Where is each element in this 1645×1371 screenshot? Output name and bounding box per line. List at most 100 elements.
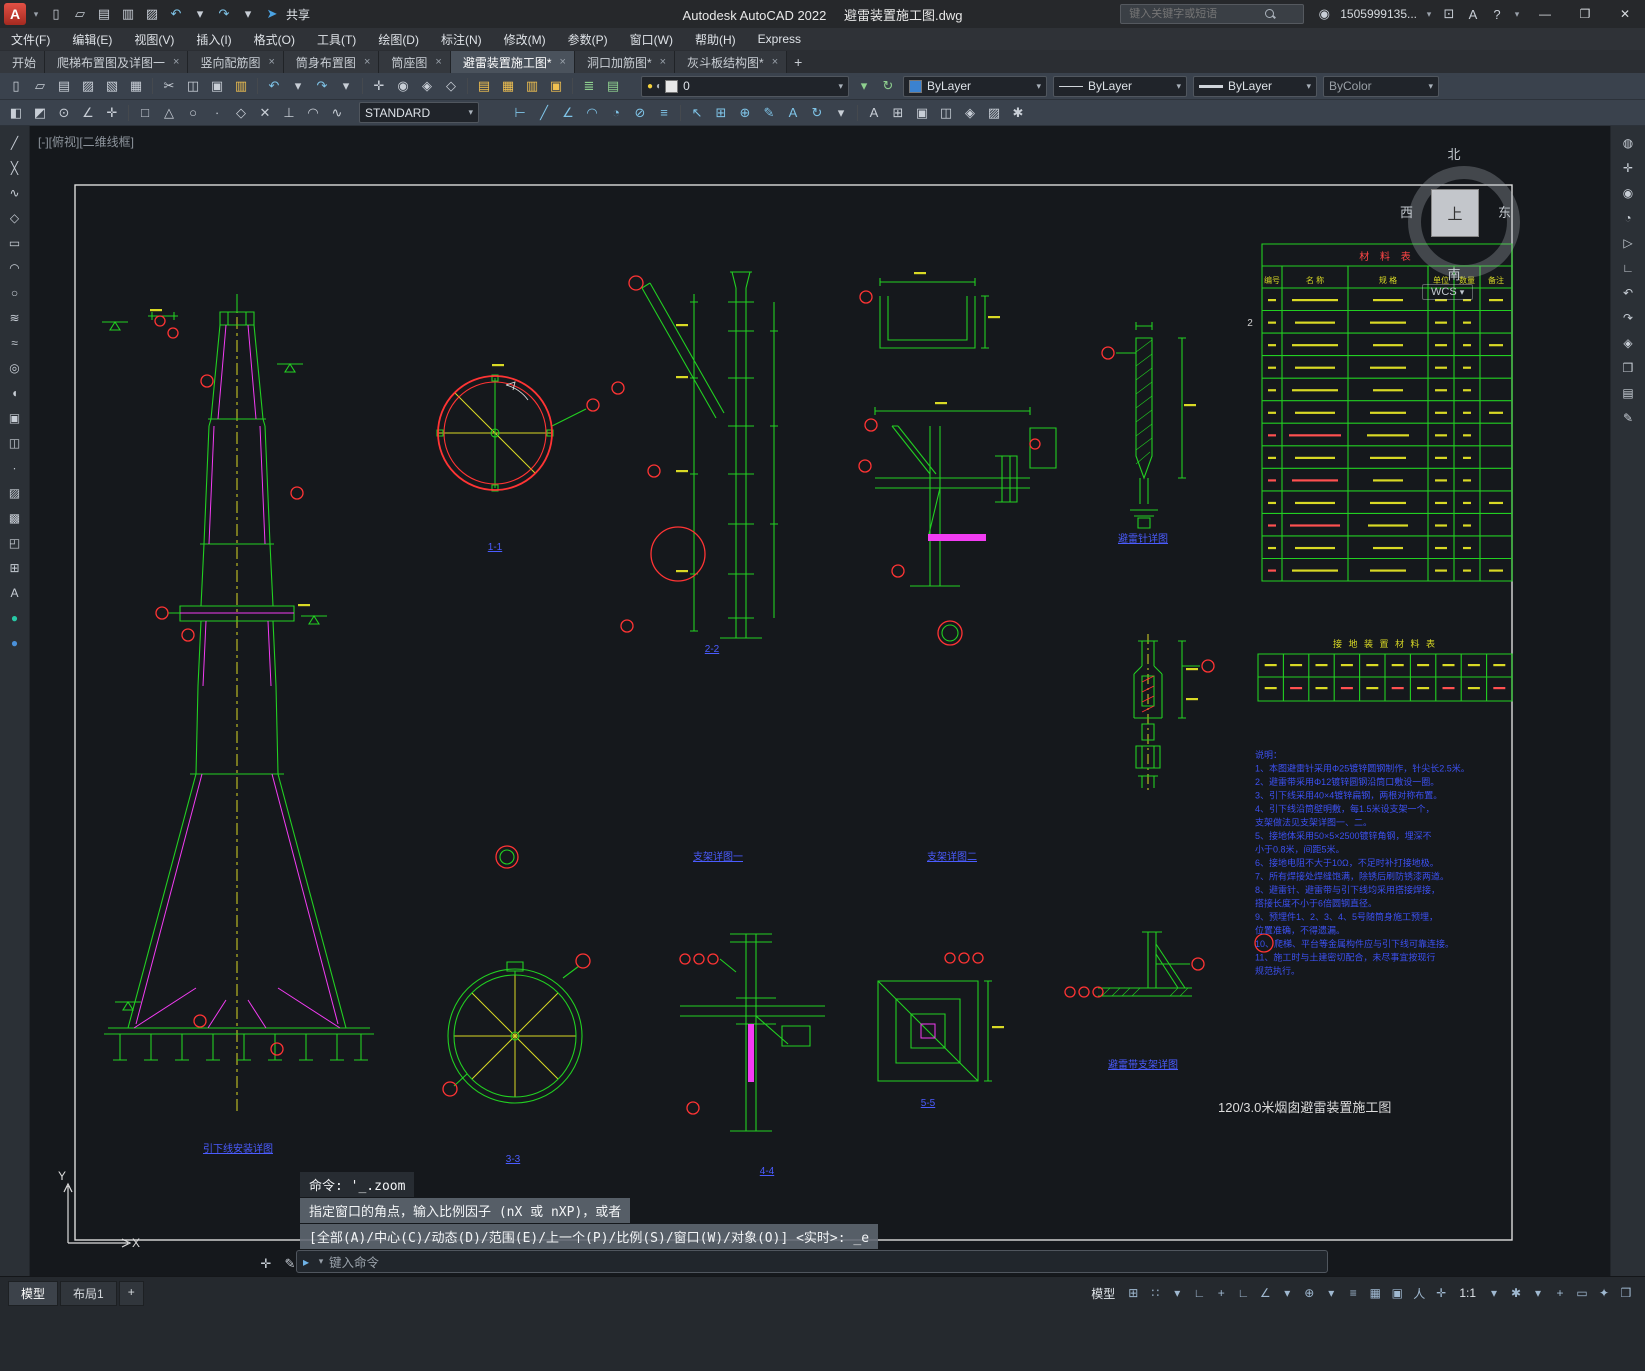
- full-screen-nav-icon[interactable]: ❒: [1619, 359, 1637, 377]
- close-tab-icon[interactable]: ×: [660, 56, 666, 68]
- redo-caret-icon[interactable]: ▾: [237, 3, 259, 25]
- style-dot-blue-icon[interactable]: ●: [6, 634, 24, 652]
- isolate-objects-icon[interactable]: ▭: [1572, 1282, 1592, 1304]
- cad-drawing[interactable]: 1-1 2-2 3-3 4-4 5-5 支架详图一 支架详图二 避雷针详图避雷带支架详图引下线…: [30, 126, 1610, 1276]
- publish-icon[interactable]: ▦: [125, 75, 147, 97]
- file-tab[interactable]: 筒身布置图 ×: [283, 51, 380, 73]
- transparency-toggle-icon[interactable]: ▦: [1365, 1282, 1385, 1304]
- line-tool-icon[interactable]: ╱: [6, 134, 24, 152]
- file-tab[interactable]: 洞口加筋图* ×: [574, 51, 676, 73]
- undo-tool-icon[interactable]: ↶: [263, 75, 285, 97]
- maximize-button[interactable]: ❐: [1565, 1, 1605, 28]
- plot-preview-icon[interactable]: ▧: [101, 75, 123, 97]
- cut-clip-icon[interactable]: ✂: [158, 75, 180, 97]
- customize-command-icon[interactable]: ✛: [255, 1253, 277, 1275]
- showmotion-icon[interactable]: ▷: [1619, 234, 1637, 252]
- qnew-icon[interactable]: ▯: [5, 75, 27, 97]
- object-snap-tracking-icon[interactable]: ✛: [101, 102, 123, 124]
- open-icon[interactable]: ▱: [69, 3, 91, 25]
- layer-combo-caret-icon[interactable]: ▾: [831, 81, 843, 92]
- save-as-icon[interactable]: ▥: [117, 3, 139, 25]
- share-button[interactable]: 共享: [286, 6, 310, 23]
- explode-tool-icon[interactable]: ✱: [1007, 102, 1029, 124]
- copy-clip-icon[interactable]: ◫: [182, 75, 204, 97]
- user-caret-icon[interactable]: ▾: [1422, 3, 1436, 25]
- close-tab-icon[interactable]: ×: [435, 56, 441, 68]
- arc-tool-icon[interactable]: ◠: [6, 259, 24, 277]
- text-style-icon[interactable]: A: [863, 102, 885, 124]
- ucs-icon-toggle-icon[interactable]: ∟: [1619, 259, 1637, 277]
- file-tab[interactable]: 爬梯布置图及详图一 ×: [45, 51, 189, 73]
- new-drawing-tab-button[interactable]: +: [787, 51, 809, 73]
- user-id[interactable]: 1505999135...: [1340, 7, 1417, 21]
- close-button[interactable]: ✕: [1605, 1, 1645, 28]
- redo-tool-icon[interactable]: ↷: [311, 75, 333, 97]
- region-tool-icon[interactable]: ◰: [6, 534, 24, 552]
- ortho-mode-icon[interactable]: ∟: [1233, 1282, 1253, 1304]
- polar-tracking-tool-icon[interactable]: ∠: [77, 102, 99, 124]
- redo-list-caret-icon[interactable]: ▾: [335, 75, 357, 97]
- table-insert-icon[interactable]: ⊞: [6, 559, 24, 577]
- center-mark-icon[interactable]: ⊕: [734, 102, 756, 124]
- user-icon[interactable]: ◉: [1313, 3, 1335, 25]
- snap-center-icon[interactable]: ○: [182, 102, 204, 124]
- gradient-icon[interactable]: ▩: [6, 509, 24, 527]
- plot-style-caret-icon[interactable]: ▾: [1421, 81, 1433, 92]
- block-editor-icon[interactable]: ▣: [911, 102, 933, 124]
- command-caret-icon[interactable]: ▾: [314, 1251, 328, 1273]
- object-snap-icon[interactable]: ⊕: [1299, 1282, 1319, 1304]
- snap-perpendicular-icon[interactable]: ⊥: [278, 102, 300, 124]
- close-tab-icon[interactable]: ×: [268, 56, 274, 68]
- lineweight-combo[interactable]: ByLayer ▾: [1193, 75, 1317, 97]
- undo-icon[interactable]: ↶: [165, 3, 187, 25]
- view-cube-north[interactable]: 北: [1447, 144, 1460, 163]
- quick-leader-icon[interactable]: ↖: [686, 102, 708, 124]
- multiline-text-icon[interactable]: A: [6, 584, 24, 602]
- snap-quadrant-icon[interactable]: ◇: [230, 102, 252, 124]
- style-dot-green-icon[interactable]: ●: [6, 609, 24, 627]
- linetype-combo[interactable]: ByLayer ▾: [1053, 75, 1187, 97]
- osnap-settings-icon[interactable]: ⊙: [53, 102, 75, 124]
- osnap-caret-icon[interactable]: ▾: [1321, 1282, 1341, 1304]
- dim-radius-icon[interactable]: ◔: [605, 102, 627, 124]
- paste-clip-icon[interactable]: ▣: [206, 75, 228, 97]
- model-space-toggle[interactable]: 模型: [1084, 1285, 1122, 1302]
- app-logo-icon[interactable]: A: [4, 3, 26, 25]
- plot-style-combo[interactable]: ByColor ▾: [1323, 75, 1439, 97]
- zoom-window-icon[interactable]: ◈: [416, 75, 438, 97]
- hatch-icon[interactable]: ▨: [6, 484, 24, 502]
- pan-realtime-icon[interactable]: ✛: [368, 75, 390, 97]
- viewport-controls[interactable]: [-][俯视][二维线框]: [38, 133, 134, 150]
- new-icon[interactable]: ▯: [45, 3, 67, 25]
- menu-item-7[interactable]: 绘图(D): [367, 29, 430, 50]
- file-tab[interactable]: 开始: [0, 51, 46, 73]
- draw-order-icon[interactable]: ◧: [5, 102, 27, 124]
- graphics-performance-icon[interactable]: ✦: [1594, 1282, 1614, 1304]
- command-input-bar[interactable]: ▸ ▾ 键入命令: [296, 1250, 1328, 1273]
- view-cube[interactable]: 上 北 南 西 东 WCS ▾: [1398, 142, 1520, 302]
- ellipse-tool-icon[interactable]: ◎: [6, 359, 24, 377]
- menu-item-10[interactable]: 参数(P): [557, 29, 619, 50]
- layers-walk-icon[interactable]: ▤: [1619, 384, 1637, 402]
- hatch-tool-icon[interactable]: ▨: [983, 102, 1005, 124]
- close-tab-icon[interactable]: ×: [173, 56, 179, 68]
- file-tab[interactable]: 避雷装置施工图* ×: [450, 51, 575, 73]
- workspace-switching-icon[interactable]: ✱: [1506, 1282, 1526, 1304]
- polygon-tool-icon[interactable]: ◇: [6, 209, 24, 227]
- construction-line-icon[interactable]: ╳: [6, 159, 24, 177]
- menu-item-4[interactable]: 插入(I): [185, 29, 242, 50]
- view-cube-west[interactable]: 西: [1400, 202, 1413, 221]
- close-tab-icon[interactable]: ×: [772, 56, 778, 68]
- menu-item-13[interactable]: Express: [747, 30, 812, 48]
- create-block-icon[interactable]: ◫: [6, 434, 24, 452]
- infer-constraints-icon[interactable]: ∟: [1189, 1282, 1209, 1304]
- file-tab[interactable]: 筒座图 ×: [379, 51, 451, 73]
- zoom-realtime-icon[interactable]: ◉: [392, 75, 414, 97]
- designcenter-icon[interactable]: ▦: [497, 75, 519, 97]
- menu-item-5[interactable]: 格式(O): [243, 29, 306, 50]
- bring-to-front-icon[interactable]: ◩: [29, 102, 51, 124]
- undo-list-caret-icon[interactable]: ▾: [287, 75, 309, 97]
- file-tab[interactable]: 灰斗板结构图* ×: [675, 51, 788, 73]
- pan-nav-icon[interactable]: ✛: [1619, 159, 1637, 177]
- menu-item-3[interactable]: 视图(V): [123, 29, 185, 50]
